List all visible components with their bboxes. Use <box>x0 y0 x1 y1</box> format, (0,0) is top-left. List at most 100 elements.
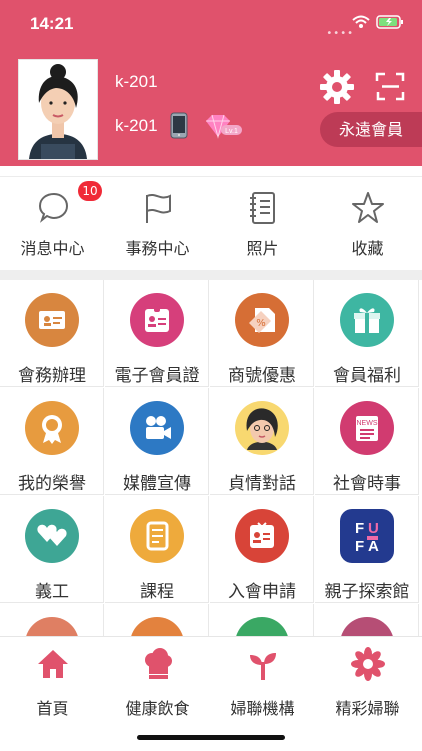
phone-icon <box>170 112 188 139</box>
gift-icon <box>354 308 380 333</box>
tab-healthy-eating-label: 健康飲食 <box>125 699 190 718</box>
circle-bg: FUFA <box>340 509 394 563</box>
application-card-icon <box>250 522 274 548</box>
circle-bg <box>130 293 184 347</box>
tab-organizations[interactable]: 婦聯機構 <box>210 647 315 727</box>
photos-label: 照片 <box>246 239 279 258</box>
grid-label: 貞情對話 <box>228 474 296 494</box>
grid-label: 會員福利 <box>333 366 401 386</box>
sprout-icon <box>250 653 276 680</box>
grid-item-partial[interactable] <box>105 604 209 636</box>
tab-highlights-label: 精彩婦聯 <box>335 699 400 718</box>
circle-bg <box>340 293 394 347</box>
circle-bg <box>25 509 79 563</box>
tab-healthy-eating[interactable]: 健康飲食 <box>105 647 210 727</box>
video-camera-icon <box>146 416 171 439</box>
grid-label: 社會時事 <box>333 474 401 494</box>
grid-item-my-honors[interactable]: 我的榮譽 <box>0 388 104 495</box>
hearts-icon <box>37 524 67 546</box>
notebook-icon <box>250 192 275 224</box>
discount-tag-icon: % <box>249 308 275 333</box>
affairs-center-button[interactable]: 事務中心 <box>105 177 210 269</box>
feature-grid: 會務辦理 電子會員證 % 商號優惠 會員福利 我的榮譽 媒體宣傳 貞情對話 NE… <box>0 280 422 636</box>
level-label: Lv.1 <box>225 128 238 135</box>
svg-text:F: F <box>355 520 364 537</box>
medal-icon <box>42 415 62 444</box>
star-icon <box>352 192 384 223</box>
partial-icon <box>235 617 289 636</box>
device-name: k-201 <box>115 116 158 135</box>
svg-text:F: F <box>355 538 364 555</box>
grid-item-family-discovery[interactable]: FUFA 親子探索館 <box>315 496 419 603</box>
section-divider <box>0 270 422 280</box>
woman-portrait-icon <box>246 408 278 450</box>
grid-item-partial[interactable] <box>210 604 314 636</box>
member-status-badge: 永遠會員 <box>320 112 422 147</box>
tab-highlights[interactable]: 精彩婦聯 <box>315 647 420 727</box>
circle-bg <box>235 401 289 455</box>
grid-item-partial[interactable] <box>315 604 419 636</box>
svg-text:A: A <box>368 538 379 555</box>
message-center-label: 消息中心 <box>20 239 85 258</box>
grid-item-store-discounts[interactable]: % 商號優惠 <box>210 280 314 387</box>
grid-label: 親子探索館 <box>324 582 410 602</box>
scan-icon[interactable] <box>375 71 406 102</box>
grid-item-digital-member-card[interactable]: 電子會員證 <box>105 280 209 387</box>
id-card-icon <box>39 311 65 329</box>
tab-organizations-label: 婦聯機構 <box>230 699 295 718</box>
circle-bg: NEWS <box>340 401 394 455</box>
grid-item-social-news[interactable]: NEWS 社會時事 <box>315 388 419 495</box>
status-time: 14:21 <box>30 14 74 33</box>
svg-text:%: % <box>256 318 266 329</box>
diamond-level-icon: Lv.1 <box>206 114 242 139</box>
favorites-button[interactable]: 收藏 <box>315 177 420 269</box>
battery-icon <box>376 15 403 29</box>
circle-bg <box>130 401 184 455</box>
bottom-tab-bar: 首頁 健康飲食 婦聯機構 精彩婦聯 <box>0 636 422 751</box>
circle-bg: % <box>235 293 289 347</box>
circle-bg <box>235 509 289 563</box>
settings-gear-icon[interactable] <box>319 69 355 105</box>
grid-item-partial[interactable] <box>0 604 104 636</box>
grid-item-media-publicity[interactable]: 媒體宣傳 <box>105 388 209 495</box>
circle-bg <box>25 293 79 347</box>
news-icon: NEWS <box>356 416 378 441</box>
home-icon <box>38 650 68 678</box>
grid-label: 商號優惠 <box>228 366 296 386</box>
user-portrait-icon <box>19 60 97 159</box>
partial-icon <box>25 617 79 636</box>
flower-icon <box>351 647 385 681</box>
tab-home[interactable]: 首頁 <box>0 647 105 727</box>
avatar[interactable] <box>18 59 98 160</box>
svg-text:U: U <box>368 520 379 537</box>
tab-home-label: 首頁 <box>36 699 69 718</box>
wifi-icon <box>352 15 370 28</box>
grid-label: 我的榮譽 <box>18 474 86 494</box>
favorites-label: 收藏 <box>351 239 384 258</box>
member-badge-icon <box>145 306 169 332</box>
grid-label: 入會申請 <box>228 582 296 602</box>
grid-item-member-affairs[interactable]: 會務辦理 <box>0 280 104 387</box>
grid-item-volunteer[interactable]: 義工 <box>0 496 104 603</box>
course-book-icon <box>146 521 169 551</box>
circle-bg <box>25 401 79 455</box>
quick-actions: 消息中心 事務中心 照片 收藏 <box>0 176 422 269</box>
grid-item-courses[interactable]: 課程 <box>105 496 209 603</box>
home-indicator[interactable] <box>137 735 285 740</box>
circle-bg <box>130 509 184 563</box>
profile-name: k-201 <box>115 72 158 91</box>
grid-label: 電子會員證 <box>114 366 200 386</box>
partial-icon <box>130 617 184 636</box>
affairs-center-label: 事務中心 <box>125 239 190 258</box>
grid-label: 義工 <box>35 582 69 602</box>
message-count-badge: 10 <box>78 181 102 201</box>
grid-label: 媒體宣傳 <box>123 474 191 494</box>
grid-item-dialogue[interactable]: 貞情對話 <box>210 388 314 495</box>
status-icons <box>352 15 404 29</box>
photos-button[interactable]: 照片 <box>210 177 315 269</box>
grid-item-member-benefits[interactable]: 會員福利 <box>315 280 419 387</box>
chat-bubble-icon <box>38 192 69 223</box>
profile-header: 14:21 •••• k-201 k-201 Lv.1 永遠會員 <box>0 0 422 166</box>
svg-text:NEWS: NEWS <box>357 420 378 427</box>
grid-item-membership-application[interactable]: 入會申請 <box>210 496 314 603</box>
